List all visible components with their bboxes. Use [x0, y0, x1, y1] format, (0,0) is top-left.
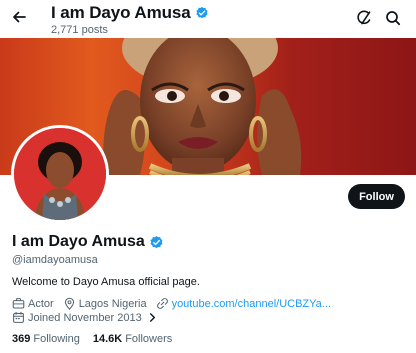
profile-handle: @iamdayoamusa	[12, 254, 98, 266]
grok-button[interactable]	[354, 8, 374, 28]
following-label: Following	[33, 333, 80, 345]
post-count: 2,771 posts	[51, 24, 108, 36]
profile-joined: Joined November 2013	[12, 311, 158, 324]
briefcase-icon	[12, 298, 25, 309]
profile-website[interactable]: youtube.com/channel/UCBZYa...	[156, 297, 331, 310]
profile-meta-row: Actor Lagos Nigeria youtube.com/channel/…	[12, 297, 340, 310]
location-label: Lagos Nigeria	[78, 297, 147, 310]
link-icon	[156, 298, 168, 309]
search-button[interactable]	[383, 8, 403, 28]
following-stat[interactable]: 369 Following	[12, 333, 80, 345]
profile-stats: 369 Following 14.6K Followers	[12, 333, 185, 345]
profile-joined-row[interactable]: Joined November 2013	[12, 311, 167, 324]
arrow-left-icon	[13, 11, 26, 23]
followers-count: 14.6K	[92, 333, 123, 345]
followers-stat[interactable]: 14.6K Followers	[93, 333, 172, 345]
website-link[interactable]: youtube.com/channel/UCBZYa...	[172, 298, 331, 310]
verified-badge-icon[interactable]	[149, 235, 164, 250]
chevron-right-icon	[149, 313, 155, 322]
header-profile-name: I am Dayo Amusa	[51, 3, 191, 22]
followers-label: Followers	[125, 333, 173, 345]
display-name: I am Dayo Amusa	[12, 233, 145, 250]
joined-label: Joined November 2013	[28, 311, 142, 324]
location-pin-icon	[64, 297, 74, 310]
category-label: Actor	[28, 297, 54, 310]
back-button[interactable]	[8, 6, 30, 28]
verified-badge-icon	[195, 6, 208, 19]
top-bar: I am Dayo Amusa 2,771 posts	[0, 0, 416, 38]
follow-button[interactable]: Follow	[348, 184, 405, 209]
grok-icon	[357, 10, 371, 25]
search-icon	[386, 11, 401, 26]
profile-bio: Welcome to Dayo Amusa official page.	[12, 276, 200, 288]
profile-location: Lagos Nigeria	[63, 297, 147, 310]
following-count: 369	[12, 333, 31, 345]
calendar-icon	[13, 311, 24, 323]
profile-avatar[interactable]	[11, 125, 109, 223]
header-title: I am Dayo Amusa 2,771 posts	[51, 3, 209, 36]
profile-category: Actor	[12, 297, 54, 310]
profile-name-row: I am Dayo Amusa	[12, 233, 164, 251]
